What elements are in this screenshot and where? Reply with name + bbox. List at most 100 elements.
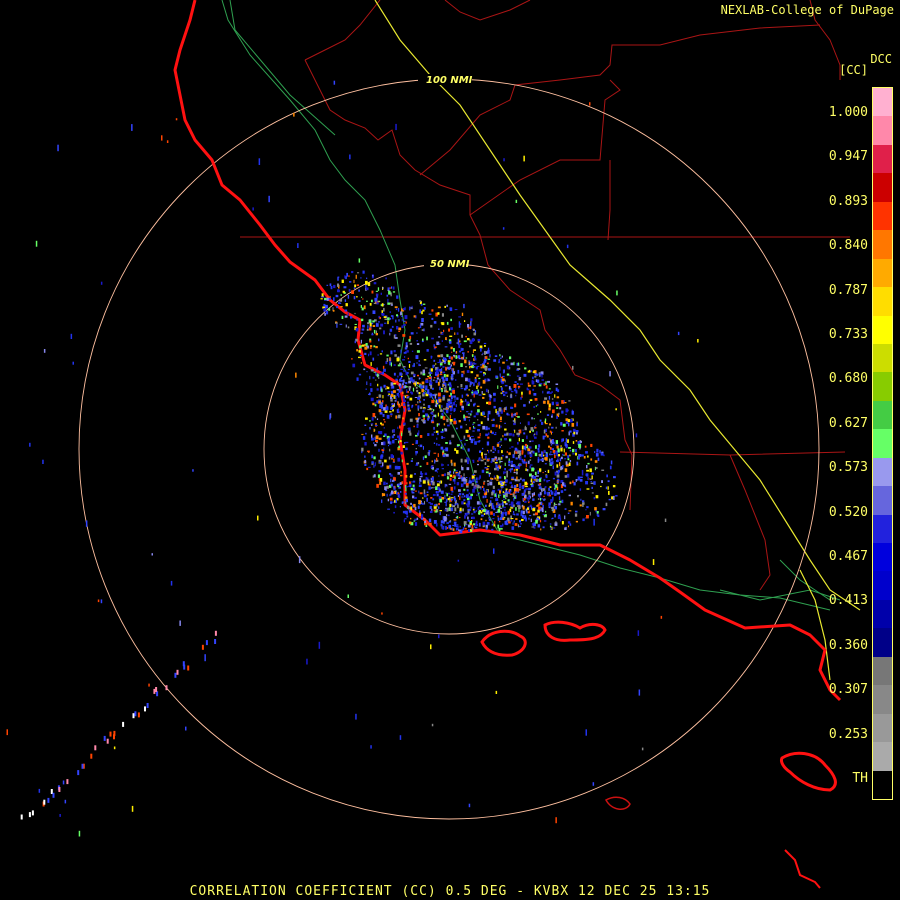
- radar-echo-pixel: [480, 364, 483, 366]
- radar-echo-pixel: [564, 475, 568, 478]
- radar-echo-pixel: [485, 471, 489, 474]
- radar-echo-pixel: [426, 462, 429, 465]
- radar-echo-pixel: [569, 454, 571, 457]
- radar-echo-pixel: [464, 495, 466, 498]
- radar-echo-pixel: [470, 410, 473, 413]
- radar-echo-pixel: [358, 373, 362, 376]
- radar-echo-pixel: [542, 435, 545, 440]
- radar-echo-pixel: [482, 425, 485, 430]
- radar-echo-pixel: [555, 401, 559, 405]
- radar-echo-pixel: [432, 394, 435, 397]
- radar-echo-pixel: [498, 520, 501, 523]
- radar-echo-pixel: [455, 513, 458, 515]
- radar-echo-pixel: [438, 503, 440, 506]
- radar-echo-pixel: [515, 507, 517, 511]
- radar-echo-pixel: [575, 510, 578, 513]
- radar-echo-pixel: [401, 318, 403, 322]
- radar-echo-pixel: [405, 342, 408, 346]
- radar-echo-pixel: [523, 498, 526, 501]
- radar-echo-pixel: [398, 440, 400, 444]
- radar-echo-pixel: [452, 479, 456, 482]
- radar-echo-pixel: [435, 414, 437, 418]
- radar-echo-pixel: [502, 501, 504, 506]
- radar-echo-pixel: [611, 496, 614, 500]
- radar-echo-pixel: [405, 487, 407, 492]
- radar-echo-pixel: [183, 664, 186, 670]
- radar-echo-pixel: [440, 354, 444, 358]
- radar-echo-pixel: [514, 429, 516, 433]
- radar-echo-pixel: [565, 413, 567, 416]
- radar-echo-pixel: [393, 429, 395, 433]
- radar-echo-pixel: [151, 553, 153, 556]
- radar-echo-pixel: [482, 379, 486, 384]
- radar-echo-pixel: [493, 392, 496, 396]
- radar-echo-pixel: [422, 373, 426, 376]
- radar-echo-pixel: [399, 372, 402, 376]
- radar-echo-pixel: [426, 497, 428, 502]
- radar-echo-pixel: [504, 468, 506, 471]
- radar-echo-pixel: [176, 669, 179, 675]
- radar-echo-pixel: [495, 375, 498, 379]
- radar-echo-pixel: [459, 507, 462, 512]
- radar-echo-pixel: [537, 413, 539, 415]
- radar-echo-pixel: [406, 371, 409, 374]
- radar-echo-pixel: [400, 379, 404, 382]
- radar-echo-pixel: [397, 435, 400, 438]
- radar-echo-pixel: [474, 441, 477, 445]
- radar-echo-pixel: [499, 446, 501, 448]
- radar-echo-pixel: [373, 465, 375, 468]
- radar-echo-pixel: [339, 298, 343, 302]
- radar-echo-pixel: [351, 358, 353, 360]
- radar-echo-pixel: [500, 517, 503, 520]
- radar-echo-pixel: [483, 480, 486, 483]
- radar-echo-pixel: [502, 378, 505, 382]
- radar-echo-pixel: [442, 416, 446, 421]
- radar-echo-pixel: [453, 468, 456, 472]
- radar-echo-pixel: [586, 515, 589, 519]
- radar-echo-pixel: [422, 414, 425, 418]
- radar-echo-pixel: [472, 422, 476, 424]
- radar-echo-pixel: [357, 272, 360, 274]
- radar-echo-pixel: [465, 424, 467, 426]
- radar-echo-pixel: [344, 299, 347, 302]
- radar-echo-pixel: [499, 441, 502, 443]
- radar-echo-pixel: [483, 342, 487, 345]
- radar-echo-pixel: [503, 394, 506, 397]
- radar-echo-pixel: [467, 394, 469, 397]
- radar-echo-pixel: [412, 484, 415, 487]
- radar-echo-pixel: [464, 320, 466, 322]
- radar-echo-pixel: [494, 355, 498, 357]
- radar-echo-pixel: [421, 381, 425, 385]
- radar-echo-pixel: [443, 387, 447, 389]
- radar-echo-pixel: [551, 506, 554, 510]
- radar-echo-pixel: [436, 523, 438, 527]
- radar-echo-pixel: [610, 460, 613, 465]
- radar-echo-pixel: [537, 404, 539, 406]
- radar-echo-pixel: [390, 315, 394, 317]
- radar-echo-pixel: [545, 453, 548, 458]
- radar-echo-pixel: [376, 400, 379, 404]
- radar-echo-pixel: [555, 484, 558, 488]
- radar-echo-pixel: [400, 402, 403, 407]
- radar-echo-pixel: [525, 488, 527, 491]
- radar-echo-pixel: [415, 386, 418, 389]
- radar-echo-pixel: [518, 430, 521, 432]
- radar-echo-pixel: [556, 407, 559, 409]
- radar-echo-pixel: [380, 404, 383, 409]
- radar-echo-pixel: [419, 444, 423, 448]
- radar-echo-pixel: [402, 396, 405, 400]
- radar-echo-pixel: [370, 397, 374, 402]
- radar-echo-pixel: [566, 422, 569, 424]
- radar-echo-pixel: [513, 468, 515, 472]
- radar-echo-pixel: [460, 400, 464, 403]
- radar-echo-pixel: [449, 419, 453, 422]
- radar-echo-pixel: [427, 389, 430, 393]
- radar-echo-pixel: [419, 401, 422, 403]
- radar-echo-pixel: [426, 491, 429, 493]
- radar-echo-pixel: [557, 515, 561, 519]
- radar-echo-pixel: [502, 517, 505, 520]
- radar-echo-pixel: [377, 373, 379, 378]
- radar-echo-pixel: [433, 509, 436, 512]
- radar-echo-pixel: [192, 469, 194, 472]
- radar-echo-pixel: [529, 465, 531, 469]
